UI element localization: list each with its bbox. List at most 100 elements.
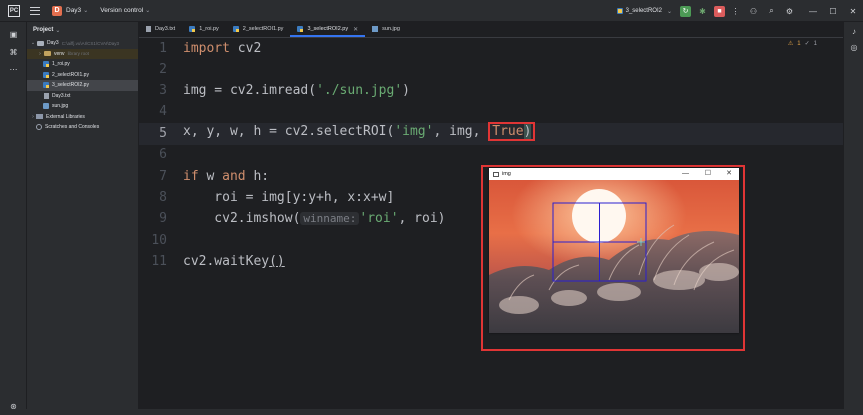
keyword: if [183, 169, 199, 184]
tree-item-day3-txt[interactable]: Day3.txt [27, 91, 138, 102]
code-line-8: roi = img[y:y+h, x:x+w] [183, 190, 394, 205]
code-text: w [198, 169, 223, 184]
opencv-window-titlebar[interactable]: img — ☐ ✕ [489, 168, 739, 180]
line-number: 11 [151, 254, 167, 269]
add-user-icon[interactable]: ⚇ [749, 7, 758, 16]
warning-icon: ⚠ [787, 41, 794, 47]
tree-item-3-selectroi2[interactable]: 3_selectROI2.py [27, 80, 138, 91]
tree-item-label: Day3.txt [52, 92, 71, 99]
code-text: , roi) [398, 211, 446, 226]
title-bar: PC D Day3 ⌄ Version control ⌄ 3_selectRO… [0, 0, 863, 22]
chevron-down-icon: ⌄ [145, 8, 151, 14]
more-actions-icon[interactable]: ⋮ [731, 7, 740, 16]
python-file-icon [43, 61, 49, 68]
inspection-widget[interactable]: ⚠ 1 ✓ 1 [787, 40, 817, 48]
tree-item-label: Day3 [47, 40, 59, 47]
left-tool-strip: ▣ ⌘ ⋯ ⊛ [0, 22, 27, 415]
tree-item-label: sun.jpg [52, 103, 69, 110]
sunset-image[interactable] [489, 180, 739, 333]
line-number: 7 [159, 169, 167, 184]
main-menu-icon[interactable] [30, 6, 40, 15]
python-file-icon [43, 71, 49, 78]
editor-tab-bar: Day3.txt 1_roi.py 2_selectROI1.py 3_sele… [139, 22, 863, 38]
tree-item-label: 3_selectROI2.py [52, 82, 89, 89]
run-configuration-selector[interactable]: 3_selectROI2 ⌄ [616, 8, 672, 15]
python-file-icon [43, 82, 49, 89]
tree-item-path: C:\aiffj.vu\AI\CS1\CVAI\Day3 [61, 40, 120, 46]
minimize-window-icon[interactable]: — [682, 168, 689, 180]
search-icon[interactable]: ⌕ [767, 6, 776, 16]
code-text: () [269, 254, 285, 269]
chevron-down-icon: ⌄ [666, 8, 672, 15]
close-window-icon[interactable]: ✕ [843, 7, 863, 16]
ok-count: 1 [813, 40, 817, 47]
project-panel: Project ⌄ ⌄ Day3 C:\aiffj.vu\AI\CS1\CVAI… [27, 22, 139, 415]
keyword: and [222, 169, 246, 184]
parameter-hint: winname: [300, 212, 360, 225]
minimize-window-icon[interactable]: — [803, 7, 823, 16]
code-text: cv2 [229, 41, 262, 56]
python-file-icon [297, 26, 304, 32]
tab-label: 2_selectROI1.py [242, 26, 284, 32]
structure-icon[interactable]: ⌘ [7, 46, 20, 59]
tree-item-1-roi[interactable]: 1_roi.py [27, 59, 138, 70]
right-tool-strip: ♪ ◎ [843, 22, 863, 415]
check-icon: ✓ [804, 41, 810, 47]
version-control-menu[interactable]: Version control [100, 7, 143, 14]
project-panel-header[interactable]: Project ⌄ [27, 22, 138, 38]
close-tab-icon[interactable]: ✕ [353, 26, 358, 33]
folder-icon[interactable]: ▣ [7, 28, 20, 41]
chevron-down-icon: ⌄ [55, 27, 61, 34]
tree-item-label: venv [54, 50, 65, 57]
tab-2-selectroi1[interactable]: 2_selectROI1.py [226, 21, 291, 37]
more-tools-icon[interactable]: ⋯ [7, 63, 20, 76]
rerun-icon[interactable]: ↻ [680, 5, 691, 17]
python-file-icon [616, 8, 623, 14]
code-text: img = cv2.imread( [183, 83, 317, 98]
close-window-icon[interactable]: ✕ [726, 168, 732, 180]
tab-label: sun.jpg [382, 26, 400, 32]
stop-icon[interactable]: ■ [714, 5, 725, 17]
tab-3-selectroi2[interactable]: 3_selectROI2.py ✕ [290, 21, 365, 37]
gear-icon[interactable]: ⚙ [785, 7, 794, 16]
tree-item-venv[interactable]: › venv library root [27, 48, 138, 59]
code-text: roi = img[y:y+h, x:x+w] [183, 190, 395, 205]
line-number: 3 [159, 83, 167, 98]
line-number: 6 [159, 147, 167, 162]
code-line-11: cv2.waitKey() [183, 254, 285, 269]
maximize-window-icon[interactable]: ☐ [705, 168, 711, 180]
code-text: , img, [433, 124, 489, 139]
chevron-down-icon: ⌄ [83, 8, 89, 14]
line-number: 8 [159, 190, 167, 205]
tree-item-external-libraries[interactable]: › External Libraries [27, 112, 138, 123]
python-file-icon [232, 26, 239, 32]
maximize-window-icon[interactable]: ☐ [823, 7, 843, 16]
text-file-icon [146, 26, 151, 32]
line-number: 4 [159, 104, 167, 119]
opencv-image-window[interactable]: img — ☐ ✕ [489, 168, 739, 333]
tab-day3-txt[interactable]: Day3.txt [139, 21, 182, 37]
keyword: True [492, 124, 524, 139]
folder-icon [37, 40, 44, 46]
tree-item-label: Scratches and Consoles [45, 124, 100, 131]
string-literal: './sun.jpg' [316, 83, 403, 98]
tree-item-root[interactable]: ⌄ Day3 C:\aiffj.vu\AI\CS1\CVAI\Day3 [27, 38, 138, 49]
ai-assistant-icon[interactable]: ◎ [848, 42, 860, 54]
scratches-icon [36, 124, 42, 131]
notifications-icon[interactable]: ♪ [848, 26, 860, 38]
code-text: cv2.waitKey [183, 254, 270, 269]
project-badge[interactable]: D [52, 5, 62, 16]
line-number: 2 [159, 62, 167, 77]
folder-icon [44, 51, 51, 57]
tree-item-scratches[interactable]: Scratches and Consoles [27, 122, 138, 133]
tab-sun-jpg[interactable]: sun.jpg [365, 21, 407, 37]
code-text: ) [523, 124, 532, 139]
tree-item-sun-jpg[interactable]: sun.jpg [27, 101, 138, 112]
tree-item-2-selectroi1[interactable]: 2_selectROI1.py [27, 70, 138, 81]
line-number: 9 [159, 211, 167, 226]
tab-1-roi[interactable]: 1_roi.py [182, 21, 226, 37]
tree-item-label: External Libraries [46, 113, 85, 120]
tree-item-note: library root [67, 51, 89, 57]
project-selector[interactable]: Day3 [66, 7, 81, 14]
debug-icon[interactable]: ✱ [697, 6, 708, 17]
